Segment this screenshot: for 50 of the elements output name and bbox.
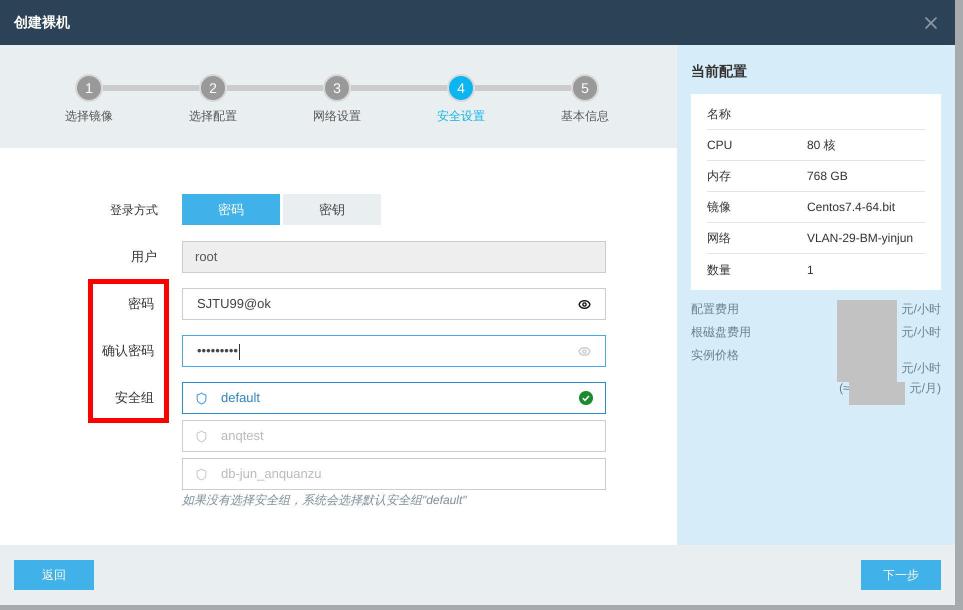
password-field[interactable]: ••••••••• [182, 335, 606, 367]
shield-icon [195, 468, 208, 480]
cost-unit: 元/小时 [902, 324, 941, 341]
cost-unit: 元/月) [910, 380, 941, 397]
config-key: 名称 [707, 105, 807, 123]
next-button[interactable]: 下一步 [861, 560, 941, 590]
security-group-option[interactable]: default [182, 382, 606, 414]
shield-icon [195, 430, 208, 442]
field-label: 登录方式 [110, 202, 158, 218]
cost-unit: 元/小时 [902, 301, 941, 318]
eye-icon[interactable] [578, 298, 591, 310]
window-title: 创建裸机 [14, 13, 70, 32]
config-value: Centos7.4-64.bit [807, 199, 896, 216]
config-value: 768 GB [807, 168, 848, 185]
check-icon [579, 391, 593, 405]
config-value: VLAN-29-BM-yinjun [807, 230, 914, 247]
approx-prefix: (≈ [839, 380, 850, 397]
shield-icon [195, 392, 208, 404]
login-method-tab[interactable]: 密码 [182, 194, 280, 225]
field-value: SJTU99@ok [197, 295, 272, 314]
field-label: 安全组 [115, 389, 154, 408]
step-label: 选择镜像 [65, 108, 113, 125]
step-label: 基本信息 [561, 108, 609, 125]
login-method-tab[interactable]: 密钥 [283, 194, 381, 225]
field-label: 确认密码 [102, 342, 154, 360]
field-value: root [195, 248, 218, 266]
cost-label: 根磁盘费用 [691, 324, 751, 341]
option-label: default [221, 389, 262, 408]
cost-label: 配置费用 [691, 301, 739, 318]
back-button[interactable]: 返回 [14, 560, 94, 590]
config-key: 镜像 [707, 198, 807, 216]
panel-title: 当前配置 [691, 62, 748, 81]
cost-unit: 元/小时 [902, 360, 941, 377]
cost-label: 实例价格 [691, 347, 739, 364]
config-key: 数量 [707, 260, 807, 278]
config-key: 内存 [707, 167, 807, 185]
config-value: 1 [807, 262, 814, 278]
config-value: 80 核 [807, 137, 836, 154]
option-label: db-jun_anquanzu [221, 465, 322, 484]
step-label: 网络设置 [313, 108, 361, 125]
field-label: 密码 [128, 295, 154, 314]
config-key: CPU [707, 136, 807, 154]
config-key: 网络 [707, 229, 807, 247]
field-label: 用户 [131, 248, 157, 266]
step-label: 安全设置 [437, 108, 485, 125]
step-label: 选择配置 [189, 108, 237, 125]
field-value: ••••••••• [197, 342, 241, 361]
password-field[interactable]: SJTU99@ok [182, 288, 606, 320]
hint-text: 如果没有选择安全组，系统会选择默认安全组"default" [182, 492, 468, 509]
option-label: anqtest [221, 427, 265, 446]
